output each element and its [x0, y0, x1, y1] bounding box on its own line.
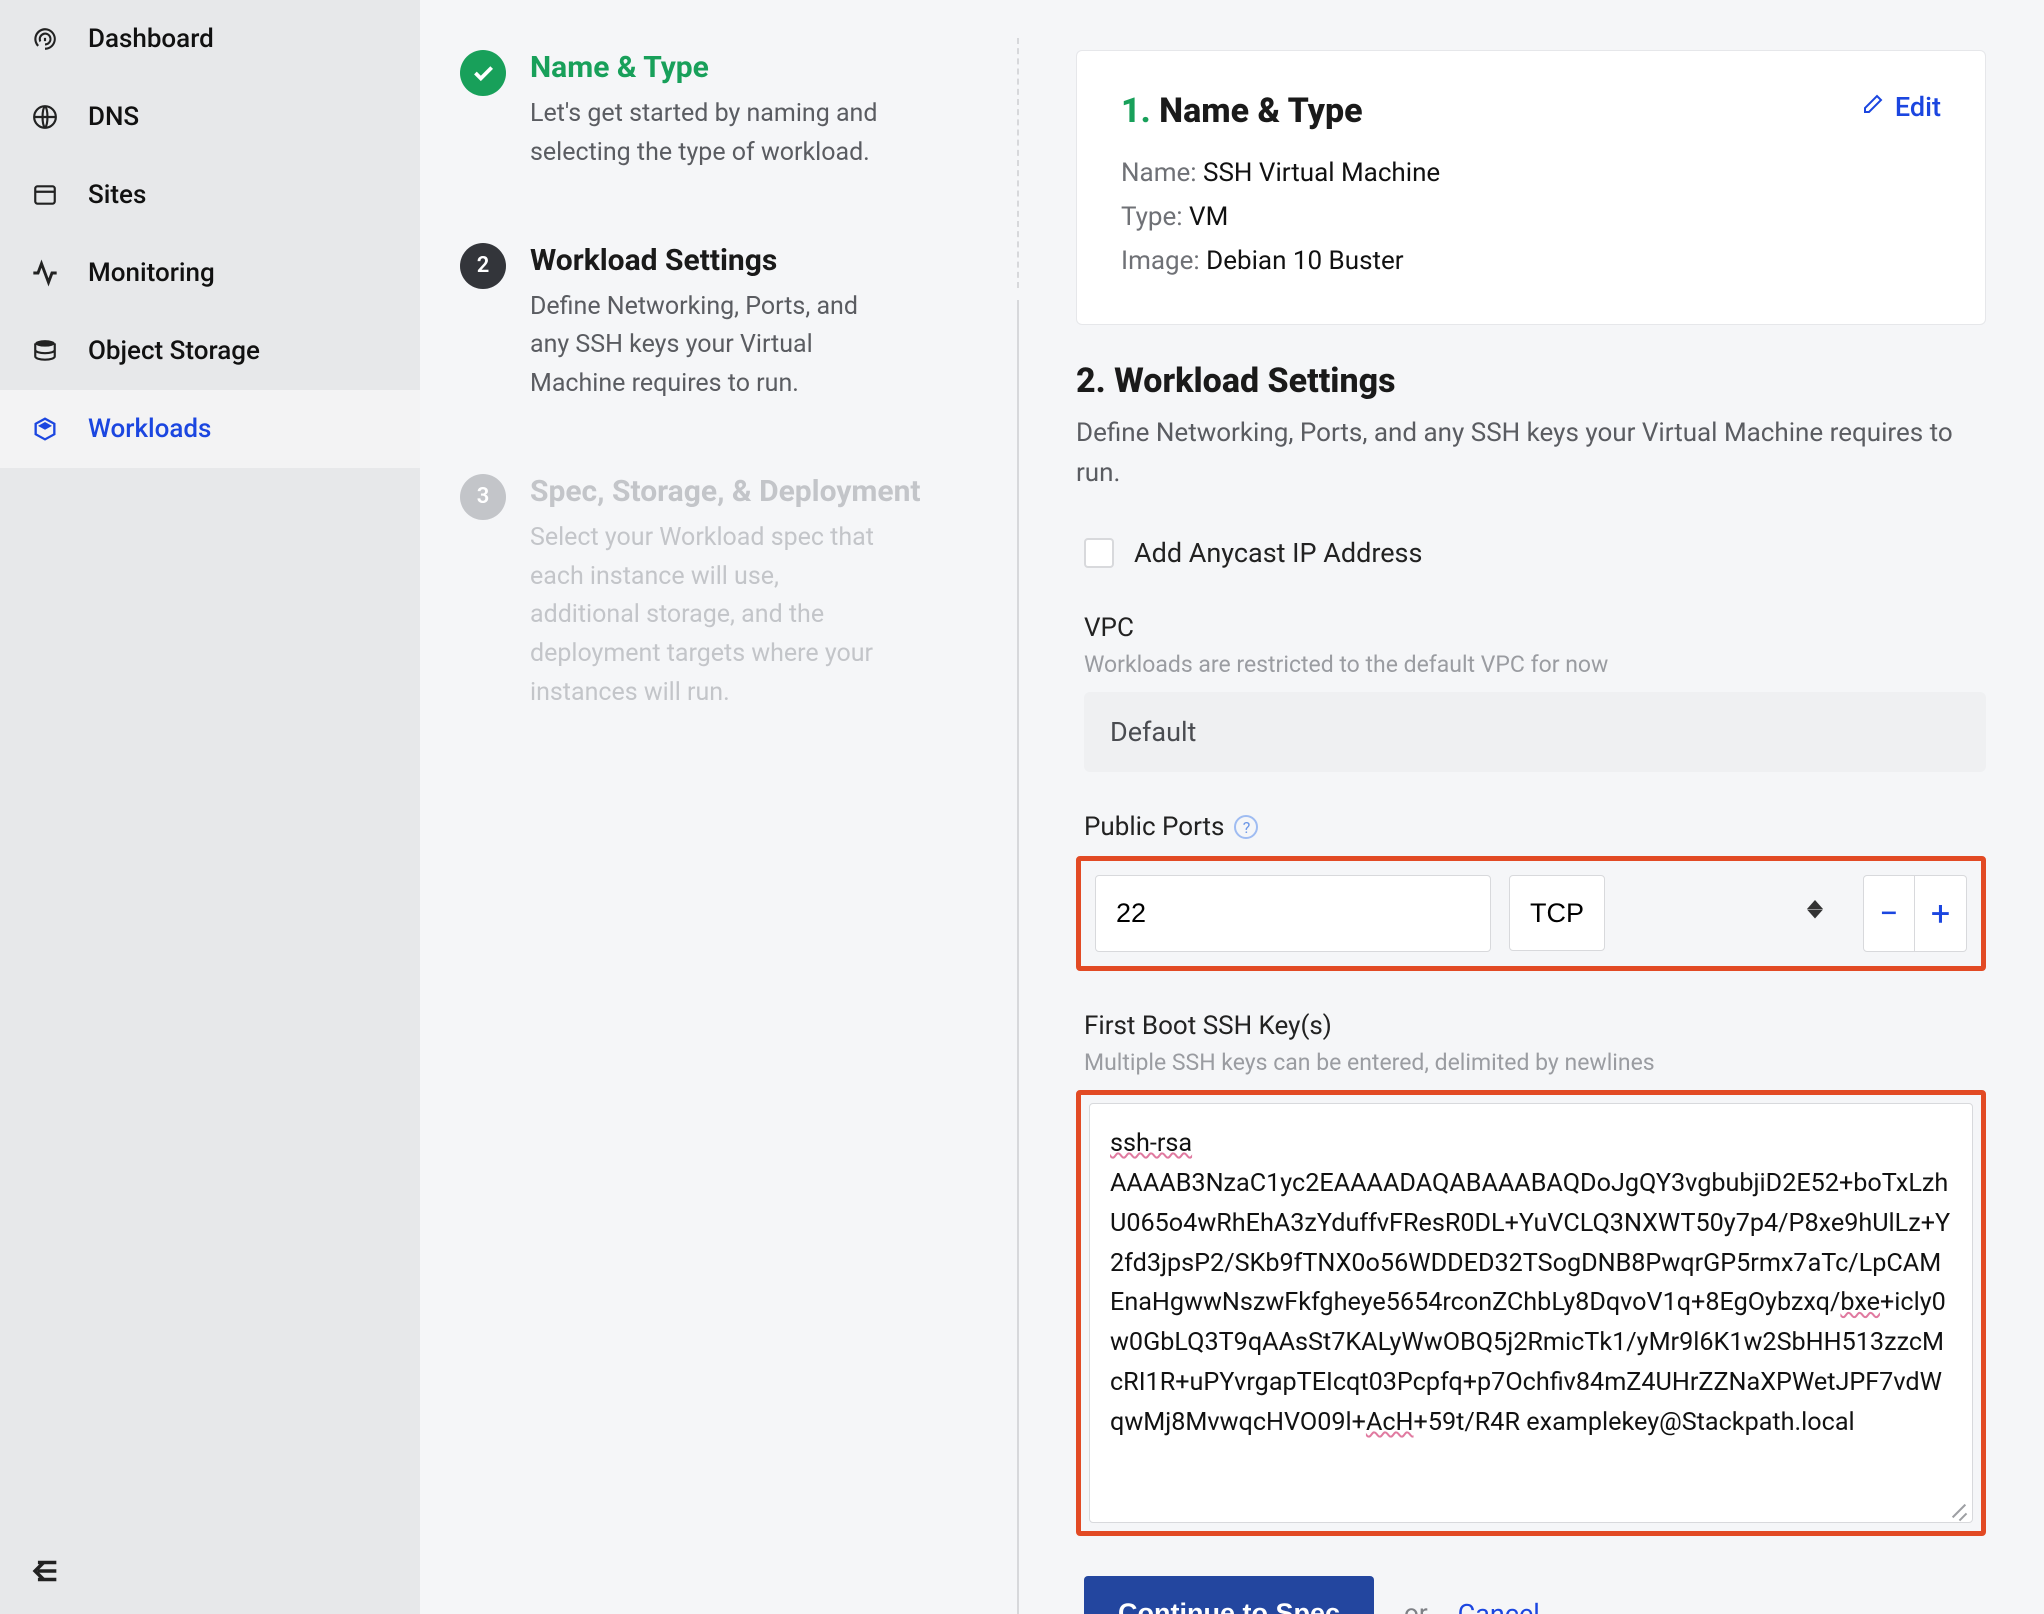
- ssh-highlight-box: ssh-rsa AAAAB3NzaC1yc2EAAAADAQABAAABAQDo…: [1076, 1090, 1986, 1536]
- image-key: Image:: [1121, 246, 1200, 276]
- window-icon: [30, 180, 60, 210]
- form-actions: Continue to Spec or Cancel: [1084, 1576, 1986, 1614]
- main-content: 1. Name & Type Edit Name: SSH Virtual Ma…: [1020, 0, 2044, 1614]
- sidebar-item-label: Workloads: [88, 414, 211, 444]
- sidebar-item-label: Object Storage: [88, 336, 260, 366]
- vpc-hint: Workloads are restricted to the default …: [1084, 651, 1986, 678]
- divider: [1017, 300, 1019, 1614]
- help-icon[interactable]: ?: [1234, 815, 1258, 839]
- box-icon: [30, 414, 60, 444]
- step-desc: Define Networking, Ports, and any SSH ke…: [530, 288, 890, 404]
- cancel-button[interactable]: Cancel: [1458, 1598, 1540, 1614]
- ssh-hint: Multiple SSH keys can be entered, delimi…: [1084, 1049, 1986, 1076]
- step-title: Spec, Storage, & Deployment: [530, 474, 921, 509]
- ports-highlight-box: TCP − +: [1076, 856, 1986, 971]
- step-desc: Let's get started by naming and selectin…: [530, 95, 890, 173]
- port-number-input[interactable]: [1095, 875, 1491, 952]
- sidebar-item-object-storage[interactable]: Object Storage: [0, 312, 420, 390]
- pencil-icon: [1861, 91, 1885, 123]
- sidebar-item-sites[interactable]: Sites: [0, 156, 420, 234]
- activity-icon: [30, 258, 60, 288]
- add-port-button[interactable]: +: [1915, 875, 1967, 952]
- vpc-field: VPC Workloads are restricted to the defa…: [1076, 613, 1986, 772]
- ssh-keys-field: First Boot SSH Key(s) Multiple SSH keys …: [1076, 1011, 1986, 1536]
- card-title: 1. Name & Type: [1121, 91, 1363, 131]
- ssh-label: First Boot SSH Key(s): [1084, 1011, 1986, 1041]
- sidebar-item-label: Dashboard: [88, 24, 214, 54]
- step-name-type[interactable]: Name & Type Let's get started by naming …: [460, 50, 979, 173]
- step-desc: Select your Workload spec that each inst…: [530, 519, 890, 713]
- sidebar-item-monitoring[interactable]: Monitoring: [0, 234, 420, 312]
- sidebar: Dashboard DNS Sites Monitoring Object St…: [0, 0, 420, 1614]
- vpc-value-box: Default: [1084, 692, 1986, 772]
- steps-column: Name & Type Let's get started by naming …: [420, 0, 1020, 1614]
- dashboard-icon: [30, 24, 60, 54]
- resize-handle-icon[interactable]: [1946, 1496, 1968, 1518]
- workload-settings-section: 2. Workload Settings Define Networking, …: [1076, 361, 1986, 1614]
- step-number-badge: 2: [460, 243, 506, 289]
- collapse-sidebar-button[interactable]: [24, 1550, 66, 1592]
- edit-label: Edit: [1895, 91, 1941, 123]
- name-key: Name:: [1121, 158, 1197, 188]
- continue-button[interactable]: Continue to Spec: [1084, 1576, 1374, 1614]
- sidebar-item-label: DNS: [88, 102, 139, 132]
- check-icon: [460, 50, 506, 96]
- type-key: Type:: [1121, 202, 1183, 232]
- step-title: Workload Settings: [530, 243, 890, 278]
- section-title: 2. Workload Settings: [1076, 361, 1986, 401]
- sidebar-item-dns[interactable]: DNS: [0, 78, 420, 156]
- name-value: SSH Virtual Machine: [1203, 158, 1440, 188]
- ssh-keys-textarea[interactable]: ssh-rsa AAAAB3NzaC1yc2EAAAADAQABAAABAQDo…: [1089, 1103, 1973, 1523]
- step-workload-settings[interactable]: 2 Workload Settings Define Networking, P…: [460, 243, 979, 404]
- anycast-label: Add Anycast IP Address: [1134, 537, 1422, 569]
- vpc-label: VPC: [1084, 613, 1986, 643]
- step-spec-storage-deployment[interactable]: 3 Spec, Storage, & Deployment Select you…: [460, 474, 979, 713]
- ports-label: Public Ports: [1084, 812, 1224, 842]
- image-value: Debian 10 Buster: [1206, 246, 1403, 276]
- summary-card-name-type: 1. Name & Type Edit Name: SSH Virtual Ma…: [1076, 50, 1986, 325]
- section-desc: Define Networking, Ports, and any SSH ke…: [1076, 413, 1986, 494]
- type-value: VM: [1189, 202, 1228, 232]
- edit-button[interactable]: Edit: [1861, 91, 1941, 123]
- step-number-badge: 3: [460, 474, 506, 520]
- sidebar-item-dashboard[interactable]: Dashboard: [0, 0, 420, 78]
- anycast-checkbox[interactable]: [1084, 538, 1114, 568]
- public-ports-field: Public Ports ? TCP − +: [1076, 812, 1986, 971]
- remove-port-button[interactable]: −: [1863, 875, 1915, 952]
- sidebar-item-label: Monitoring: [88, 258, 215, 288]
- or-text: or: [1404, 1599, 1428, 1614]
- step-title: Name & Type: [530, 50, 890, 85]
- divider: [1017, 38, 1019, 288]
- globe-icon: [30, 102, 60, 132]
- anycast-checkbox-row[interactable]: Add Anycast IP Address: [1084, 537, 1986, 569]
- database-icon: [30, 336, 60, 366]
- protocol-select[interactable]: TCP: [1509, 875, 1605, 951]
- sidebar-item-workloads[interactable]: Workloads: [0, 390, 420, 468]
- sidebar-item-label: Sites: [88, 180, 146, 210]
